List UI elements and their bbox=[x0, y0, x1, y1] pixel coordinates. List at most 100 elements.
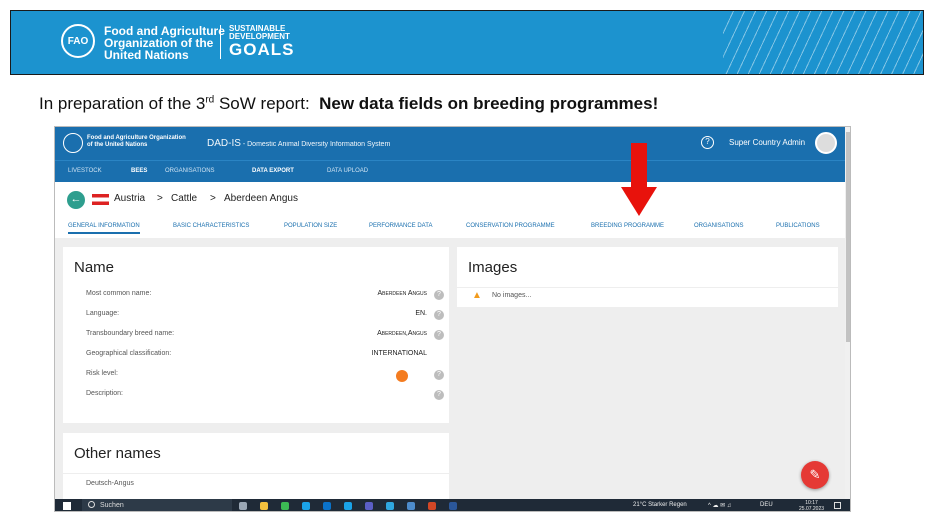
warning-icon: ▲ bbox=[472, 290, 482, 301]
tab-publications[interactable]: PUBLICATIONS bbox=[776, 223, 820, 229]
task-view-icon[interactable] bbox=[239, 502, 247, 510]
tab-general-information[interactable]: GENERAL INFORMATION bbox=[68, 223, 140, 234]
name-card: Name Most common name: Aberdeen Angus ? … bbox=[63, 247, 449, 423]
nav-bees[interactable]: BEES bbox=[131, 168, 147, 174]
field-label: Most common name: bbox=[86, 290, 152, 297]
scrollbar-thumb[interactable] bbox=[846, 132, 850, 342]
field-row: Language: EN. ? bbox=[63, 305, 449, 325]
field-row: Risk level: ? bbox=[63, 365, 449, 385]
nav-organisations[interactable]: ORGANISATIONS bbox=[165, 168, 215, 174]
images-empty-text: No images... bbox=[492, 292, 532, 299]
slide-headline: In preparation of the 3rd SoW report: Ne… bbox=[39, 94, 658, 114]
field-row: Geographical classification: INTERNATION… bbox=[63, 345, 449, 365]
tab-conservation-programme[interactable]: CONSERVATION PROGRAMME bbox=[466, 223, 555, 229]
headline-middle: SoW report: bbox=[214, 94, 320, 113]
help-icon[interactable]: ? bbox=[434, 290, 444, 300]
other-names-card: Other names Deutsch-Angus bbox=[63, 433, 449, 499]
skype-icon[interactable] bbox=[302, 502, 310, 510]
tab-performance-data[interactable]: PERFORMANCE DATA bbox=[369, 223, 432, 229]
nav-livestock[interactable]: LIVESTOCK bbox=[68, 168, 102, 174]
red-arrow-icon bbox=[621, 143, 657, 216]
outlook-icon[interactable] bbox=[323, 502, 331, 510]
field-label: Description: bbox=[86, 390, 123, 397]
org-name: Food and Agriculture Organization of the… bbox=[87, 135, 186, 148]
word-icon[interactable] bbox=[449, 502, 457, 510]
headline-bold: New data fields on breeding programmes! bbox=[319, 94, 659, 113]
austria-flag-icon bbox=[92, 194, 109, 205]
list-item: Deutsch-Angus bbox=[63, 473, 449, 493]
headline-sup: rd bbox=[205, 94, 215, 106]
sdg-line3: GOALS bbox=[229, 40, 295, 59]
breadcrumb-country[interactable]: Austria bbox=[114, 193, 145, 204]
edit-pencil-icon[interactable]: ✎ bbox=[801, 461, 829, 489]
teams-icon[interactable] bbox=[365, 502, 373, 510]
file-explorer-icon[interactable] bbox=[260, 502, 268, 510]
breadcrumb-breed: Aberdeen Angus bbox=[224, 193, 298, 204]
banner-hatch-pattern bbox=[723, 11, 923, 74]
field-label: Geographical classification: bbox=[86, 350, 172, 357]
help-icon[interactable]: ? bbox=[701, 136, 714, 149]
taskbar: Suchen 21°C Starker Regen ^ ☁ ✉ ♫ DEU 10… bbox=[55, 499, 850, 512]
breadcrumb-separator: > bbox=[157, 193, 163, 204]
back-arrow-icon[interactable]: ← bbox=[67, 191, 85, 209]
headline-prefix: In preparation of the 3 bbox=[39, 94, 206, 113]
avatar[interactable] bbox=[815, 132, 837, 154]
edge-icon[interactable] bbox=[386, 502, 394, 510]
field-label: Risk level: bbox=[86, 370, 118, 377]
slide-banner: FAO Food and Agriculture Organization of… bbox=[10, 10, 924, 75]
user-name[interactable]: Super Country Admin bbox=[729, 138, 805, 147]
images-empty-row: ▲ No images... bbox=[457, 287, 838, 305]
field-label: Language: bbox=[86, 310, 120, 317]
app-header: Food and Agriculture Organization of the… bbox=[55, 127, 845, 160]
search-icon bbox=[88, 501, 95, 508]
risk-level-indicator bbox=[396, 370, 408, 382]
images-card-title: Images bbox=[468, 259, 518, 276]
notification-icon[interactable] bbox=[834, 502, 841, 509]
field-value: Aberdeen Angus bbox=[377, 290, 427, 297]
sdg-logo: SUSTAINABLE DEVELOPMENT GOALS bbox=[229, 25, 295, 59]
skype-business-icon[interactable] bbox=[344, 502, 352, 510]
clock-date: 25.07.2023 bbox=[799, 506, 825, 512]
field-label: Transboundary breed name: bbox=[86, 330, 175, 337]
field-value: EN. bbox=[415, 310, 427, 317]
name-card-title: Name bbox=[74, 259, 115, 276]
breadcrumb-separator: > bbox=[210, 193, 216, 204]
field-value: Aberdeen,Angus bbox=[377, 330, 427, 337]
language-indicator[interactable]: DEU bbox=[760, 502, 773, 508]
field-row: Transboundary breed name: Aberdeen,Angus… bbox=[63, 325, 449, 345]
tab-population-size[interactable]: POPULATION SIZE bbox=[284, 223, 337, 229]
powerpoint-icon[interactable] bbox=[428, 502, 436, 510]
field-value: INTERNATIONAL bbox=[371, 350, 428, 357]
tab-organisations[interactable]: ORGANISATIONS bbox=[694, 223, 744, 229]
tab-basic-characteristics[interactable]: BASIC CHARACTERISTICS bbox=[173, 223, 249, 229]
field-row: Description: ? bbox=[63, 385, 449, 405]
tray-icons[interactable]: ^ ☁ ✉ ♫ bbox=[708, 502, 731, 509]
help-icon[interactable]: ? bbox=[434, 370, 444, 380]
clock[interactable]: 10:17 25.07.2023 bbox=[799, 500, 825, 512]
nav-data-export[interactable]: DATA EXPORT bbox=[252, 168, 294, 174]
app-title[interactable]: DAD-IS - Domestic Animal Diversity Infor… bbox=[207, 138, 390, 149]
chrome-icon[interactable] bbox=[281, 502, 289, 510]
app-title-main: DAD-IS bbox=[207, 138, 241, 149]
weather-status[interactable]: 21°C Starker Regen bbox=[633, 502, 687, 508]
windows-start-icon[interactable] bbox=[63, 502, 71, 510]
fao-mini-logo[interactable] bbox=[63, 133, 83, 153]
fao-name: Food and Agriculture Organization of the… bbox=[104, 24, 225, 62]
help-icon[interactable]: ? bbox=[434, 330, 444, 340]
taskbar-search[interactable]: Suchen bbox=[82, 499, 232, 511]
breadcrumb-bar: ← Austria > Cattle > Aberdeen Angus GENE… bbox=[55, 182, 845, 238]
images-card: Images ▲ No images... bbox=[457, 247, 838, 307]
breadcrumb-species[interactable]: Cattle bbox=[171, 193, 197, 204]
help-icon[interactable]: ? bbox=[434, 310, 444, 320]
fao-logo: FAO bbox=[61, 24, 95, 58]
nav-data-upload[interactable]: DATA UPLOAD bbox=[327, 168, 368, 174]
app-icon[interactable] bbox=[407, 502, 415, 510]
tab-breeding-programme[interactable]: BREEDING PROGRAMME bbox=[591, 223, 664, 229]
main-nav: LIVESTOCK BEES ORGANISATIONS DATA EXPORT… bbox=[55, 160, 845, 182]
app-window: Food and Agriculture Organization of the… bbox=[54, 126, 851, 512]
field-row: Most common name: Aberdeen Angus ? bbox=[63, 285, 449, 305]
app-title-sub: - Domestic Animal Diversity Information … bbox=[240, 141, 391, 148]
other-names-title: Other names bbox=[74, 445, 161, 462]
help-icon[interactable]: ? bbox=[434, 390, 444, 400]
taskbar-search-label: Suchen bbox=[100, 502, 124, 509]
